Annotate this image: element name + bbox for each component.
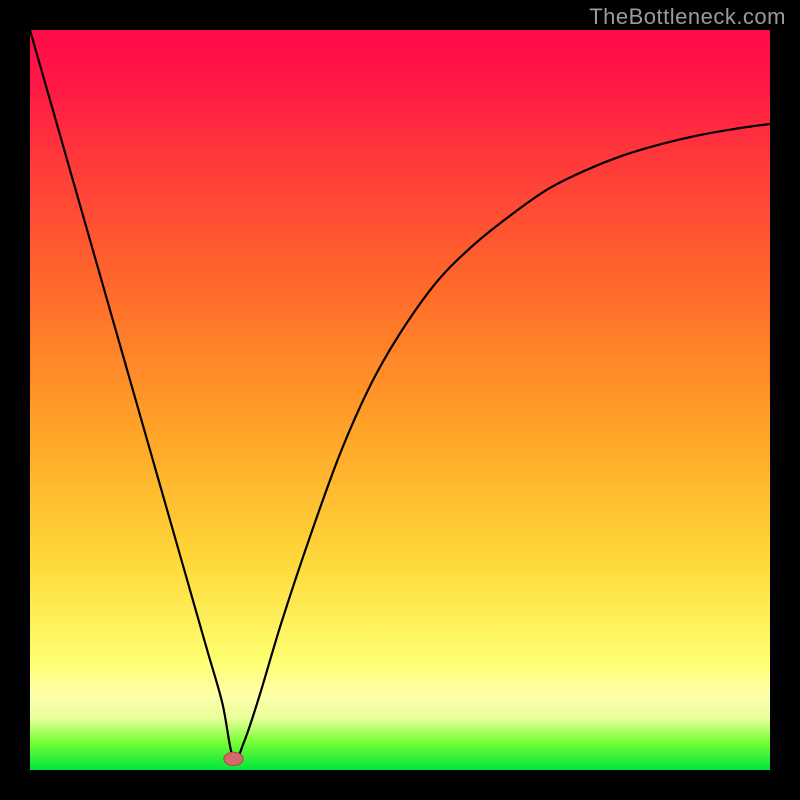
watermark-text: TheBottleneck.com — [589, 4, 786, 30]
minimum-point-marker — [224, 752, 243, 765]
curve-layer — [30, 30, 770, 770]
plot-area — [30, 30, 770, 770]
bottleneck-curve — [30, 30, 770, 760]
chart-frame: TheBottleneck.com — [0, 0, 800, 800]
